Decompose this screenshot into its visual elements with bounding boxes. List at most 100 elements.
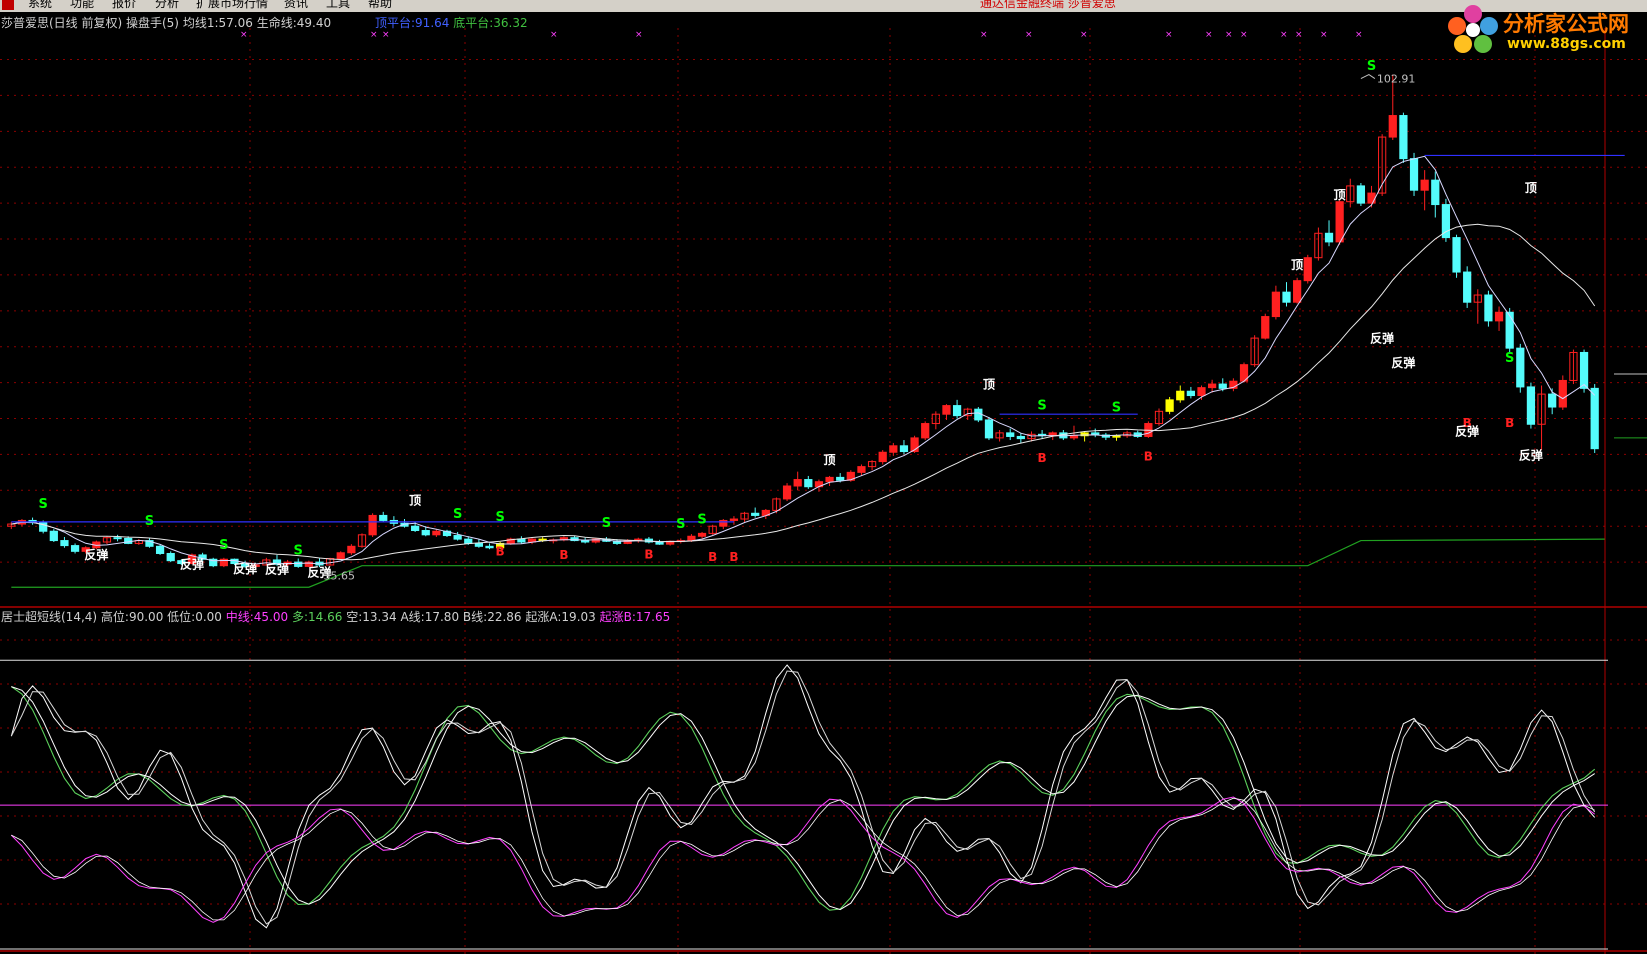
indicator-header: 居士超短线(14,4) 高位:90.00 低位:0.00 中线:45.00 多:… — [1, 608, 670, 625]
top-label: 顶 — [1334, 188, 1346, 202]
sell-signal: S — [697, 513, 706, 528]
menu-system[interactable]: 系统 — [28, 0, 52, 11]
top-platform-value: 91.64 — [415, 16, 450, 30]
candle-body — [411, 525, 420, 532]
life-line — [11, 223, 1596, 561]
menu-analysis[interactable]: 分析 — [155, 0, 179, 11]
candle-body — [113, 537, 122, 540]
menu-help[interactable]: 帮助 — [368, 0, 392, 11]
candle-body — [952, 405, 962, 417]
candle-body — [49, 530, 58, 542]
candle-body — [166, 552, 175, 562]
sell-signal: S — [602, 516, 611, 531]
top-label: 顶 — [409, 493, 421, 507]
indicator-short-line — [11, 686, 1595, 911]
candle-body — [825, 476, 834, 483]
life-line-value: 49.40 — [296, 16, 332, 30]
rebound-label: 反弹 — [180, 557, 204, 572]
b-line-value: 22.86 — [487, 610, 522, 624]
candle-body — [984, 419, 994, 439]
rise-b-value: 17.65 — [635, 610, 671, 624]
ma1-line — [11, 155, 1596, 565]
candle-body — [793, 479, 802, 487]
top-marker: × — [1165, 30, 1173, 40]
candle-body — [1165, 399, 1174, 412]
candle-body — [60, 540, 69, 547]
buy-signal: B — [708, 550, 717, 564]
top-marker: × — [980, 30, 988, 40]
candle-body — [1558, 379, 1567, 408]
candle-body — [581, 540, 590, 543]
candle-body — [1335, 201, 1344, 243]
menu-function[interactable]: 功能 — [70, 0, 94, 11]
stock-chart[interactable]: × × × × × × × × × × × × × × × × SSS SS S S S SS SSSB B B B BB BB B顶… — [0, 0, 1647, 954]
sell-signal: S — [1037, 398, 1046, 413]
candle-body — [729, 518, 739, 521]
menu-extended-market[interactable]: 扩展市场行情 — [196, 0, 268, 11]
sell-signal: S — [495, 510, 504, 525]
top-platform-label: 顶平台: — [375, 16, 416, 30]
candle-body — [1218, 383, 1227, 389]
candle-body — [1112, 435, 1121, 438]
promo-text[interactable]: 通达信金融终端 莎普爱思 — [980, 0, 1116, 11]
indicator-panel — [0, 659, 1608, 950]
candle-body — [1505, 311, 1514, 349]
brand-logo[interactable]: 分析家公式网 www.88gs.com — [1445, 2, 1645, 54]
top-label: 顶 — [824, 453, 836, 467]
bottom-platform-label: 底平台: — [453, 16, 494, 30]
top-marker: × — [1225, 30, 1233, 40]
rise-a-label: 起涨A: — [525, 610, 562, 624]
rebound-label: 反弹 — [265, 562, 289, 577]
top-label: 顶 — [983, 378, 995, 392]
candle-body — [517, 538, 526, 543]
candle-body — [453, 535, 462, 540]
candle-body — [1271, 291, 1280, 318]
candle-body — [751, 512, 760, 516]
peak-price-label: 102.91 — [1377, 73, 1416, 86]
candle-body — [1579, 351, 1589, 389]
candle-body — [1367, 192, 1376, 204]
platform-header: 顶平台:91.64 底平台:36.32 — [375, 14, 528, 31]
candle-body — [1197, 387, 1206, 397]
candle-body — [1399, 115, 1408, 160]
candle-body — [921, 423, 930, 439]
candle-body — [1463, 271, 1472, 303]
top-marker: × — [1280, 30, 1288, 40]
life-line-label: 生命线: — [256, 16, 297, 30]
sell-signal: S — [219, 538, 228, 553]
candle-body — [70, 545, 80, 552]
top-marker: × — [1320, 30, 1328, 40]
candle-body — [336, 552, 345, 560]
candle-body — [1526, 386, 1536, 425]
top-marker: × — [1080, 30, 1088, 40]
peak-price-marker — [1360, 73, 1376, 79]
candle-body — [485, 545, 494, 549]
top-label: 顶 — [1291, 258, 1303, 272]
a-line-label: A线: — [400, 610, 425, 624]
low-value: 0.00 — [195, 610, 222, 624]
high-label: 高位: — [100, 610, 129, 624]
brand-url: www.88gs.com — [1507, 36, 1626, 52]
menu-news[interactable]: 资讯 — [284, 0, 308, 11]
candle-body — [1186, 390, 1195, 397]
candle-body — [1516, 347, 1525, 388]
rebound-label: 反弹 — [1370, 330, 1394, 345]
candle-body — [1441, 204, 1451, 239]
short-label: 空: — [346, 610, 363, 624]
sell-signal: S — [294, 544, 303, 559]
top-marker: × — [1240, 30, 1248, 40]
candle-body — [782, 485, 792, 500]
buy-signal: B — [644, 547, 653, 561]
mid-label: 中线: — [225, 610, 254, 624]
buy-signal: B — [1505, 416, 1514, 430]
top-marker: × — [1295, 30, 1303, 40]
brand-name: 分析家公式网 — [1503, 12, 1629, 36]
menu-tools[interactable]: 工具 — [326, 0, 350, 11]
rise-a-value: 19.03 — [561, 610, 596, 624]
candle-body — [474, 542, 483, 547]
candle-body — [379, 514, 388, 521]
candle-body — [899, 445, 909, 453]
rebound-label: 反弹 — [1519, 447, 1543, 462]
candle-body — [1069, 435, 1079, 439]
menu-quote[interactable]: 报价 — [112, 0, 136, 11]
